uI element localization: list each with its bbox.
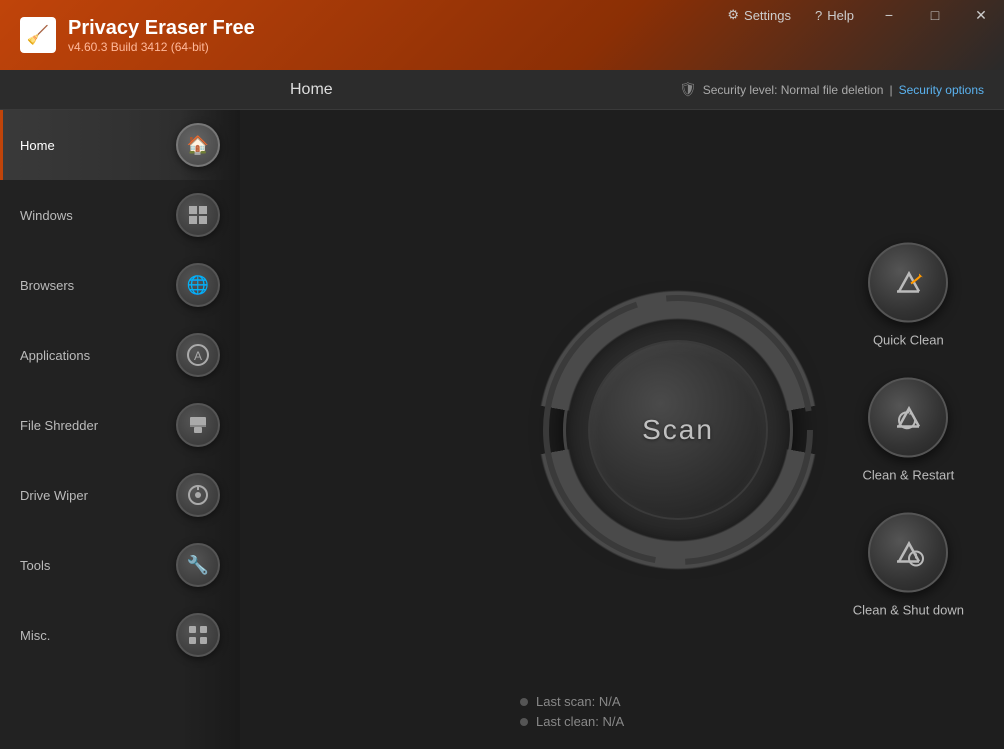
settings-label: Settings (744, 8, 791, 23)
clean-shutdown-label: Clean & Shut down (853, 602, 964, 617)
last-clean-item: Last clean: N/A (520, 714, 624, 729)
logo-area: 🧹 Privacy Eraser Free v4.60.3 Build 3412… (0, 17, 275, 54)
close-button[interactable]: ✕ (958, 0, 1004, 30)
sidebar-label-drive-wiper: Drive Wiper (20, 488, 88, 503)
maximize-button[interactable]: □ (912, 0, 958, 30)
globe-icon: 🌐 (176, 263, 220, 307)
shredder-icon (176, 403, 220, 447)
sidebar-label-tools: Tools (20, 558, 50, 573)
tools-icon: 🔧 (176, 543, 220, 587)
windows-icon (176, 193, 220, 237)
sidebar-label-applications: Applications (20, 348, 90, 363)
app-version: v4.60.3 Build 3412 (64-bit) (68, 40, 255, 54)
svg-text:A: A (194, 349, 202, 363)
misc-icon (176, 613, 220, 657)
home-icon: 🏠 (176, 123, 220, 167)
top-menu: ⚙ Settings ? Help (717, 0, 864, 30)
pipe-separator: | (889, 83, 892, 97)
title-text: Privacy Eraser Free v4.60.3 Build 3412 (… (68, 17, 255, 54)
clean-restart-button[interactable]: Clean & Restart (862, 377, 954, 482)
content-area: Scan Quick Clean (240, 110, 1004, 749)
app-logo: 🧹 (20, 17, 56, 53)
main-area: Home 🏠 Windows Browsers 🌐 Applications (0, 110, 1004, 749)
help-button[interactable]: ? Help (805, 4, 864, 27)
sidebar-item-windows[interactable]: Windows (0, 180, 240, 250)
drive-icon (176, 473, 220, 517)
sidebar-item-browsers[interactable]: Browsers 🌐 (0, 250, 240, 320)
sidebar-item-applications[interactable]: Applications A (0, 320, 240, 390)
sidebar-item-drive-wiper[interactable]: Drive Wiper (0, 460, 240, 530)
sidebar-label-browsers: Browsers (20, 278, 74, 293)
clean-restart-label: Clean & Restart (862, 467, 954, 482)
sidebar-label-file-shredder: File Shredder (20, 418, 98, 433)
security-info: 🛡 Security level: Normal file deletion |… (679, 81, 984, 98)
last-clean-dot (520, 718, 528, 726)
help-label: Help (827, 8, 854, 23)
last-scan-item: Last scan: N/A (520, 694, 624, 709)
shield-icon: 🛡 (679, 81, 697, 98)
clean-restart-circle (868, 377, 948, 457)
toolbar: Home 🛡 Security level: Normal file delet… (0, 70, 1004, 110)
security-level-text: Security level: Normal file deletion (703, 83, 884, 97)
security-options-link[interactable]: Security options (899, 83, 984, 97)
app-name: Privacy Eraser Free (68, 17, 255, 40)
titlebar: 🧹 Privacy Eraser Free v4.60.3 Build 3412… (0, 0, 1004, 70)
question-icon: ? (815, 8, 822, 23)
clean-shutdown-circle (868, 512, 948, 592)
sidebar: Home 🏠 Windows Browsers 🌐 Applications (0, 110, 240, 749)
gear-icon: ⚙ (727, 7, 739, 23)
sidebar-item-misc[interactable]: Misc. (0, 600, 240, 670)
page-title: Home (290, 81, 333, 99)
statusbar: Last scan: N/A Last clean: N/A (520, 694, 624, 729)
quick-clean-label: Quick Clean (873, 332, 944, 347)
scan-outer-ring: Scan (538, 290, 818, 570)
quick-clean-circle (868, 242, 948, 322)
sidebar-item-file-shredder[interactable]: File Shredder (0, 390, 240, 460)
applications-icon: A (176, 333, 220, 377)
last-scan-dot (520, 698, 528, 706)
sidebar-item-home[interactable]: Home 🏠 (0, 110, 240, 180)
settings-button[interactable]: ⚙ Settings (717, 3, 801, 27)
minimize-button[interactable]: − (866, 0, 912, 30)
action-buttons: Quick Clean Clean & Restart (853, 242, 964, 617)
quick-clean-button[interactable]: Quick Clean (868, 242, 948, 347)
sidebar-item-tools[interactable]: Tools 🔧 (0, 530, 240, 600)
window-controls: − □ ✕ (866, 0, 1004, 30)
clean-shutdown-button[interactable]: Clean & Shut down (853, 512, 964, 617)
sidebar-label-home: Home (20, 138, 55, 153)
last-scan-label: Last scan: N/A (536, 694, 621, 709)
scan-container: Scan (538, 290, 818, 570)
sidebar-label-windows: Windows (20, 208, 73, 223)
sidebar-label-misc: Misc. (20, 628, 50, 643)
last-clean-label: Last clean: N/A (536, 714, 624, 729)
